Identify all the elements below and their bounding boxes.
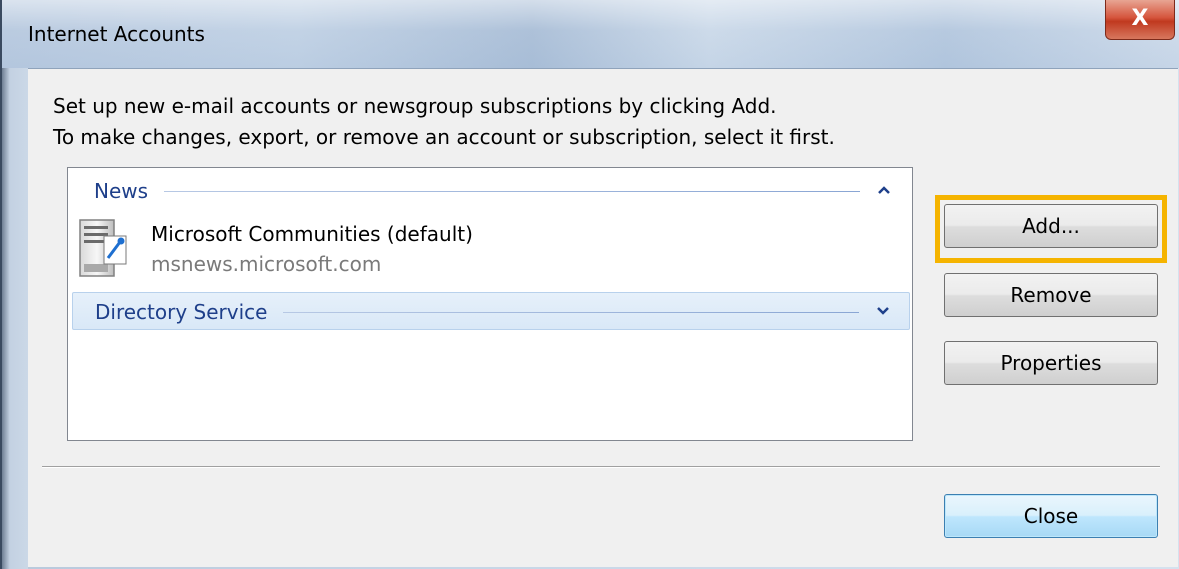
group-divider-line: [164, 191, 860, 192]
group-header-directory-service[interactable]: Directory Service: [72, 292, 910, 330]
instructions-line-1: Set up new e-mail accounts or newsgroup …: [53, 94, 777, 118]
dialog-client-area: Set up new e-mail accounts or newsgroup …: [28, 68, 1178, 567]
add-button[interactable]: Add...: [944, 204, 1158, 248]
instructions-text: Set up new e-mail accounts or newsgroup …: [53, 91, 835, 153]
account-name: Microsoft Communities (default): [151, 222, 473, 246]
news-server-icon: [78, 218, 130, 280]
window-title: Internet Accounts: [28, 22, 205, 46]
internet-accounts-window: Internet Accounts X Set up new e-mail ac…: [0, 0, 1179, 569]
instructions-line-2: To make changes, export, or remove an ac…: [53, 125, 835, 149]
remove-button[interactable]: Remove: [944, 273, 1158, 317]
properties-button[interactable]: Properties: [944, 341, 1158, 385]
close-window-button[interactable]: X: [1105, 0, 1175, 40]
group-divider-line: [283, 312, 859, 313]
group-header-news[interactable]: News: [72, 172, 910, 210]
account-item-microsoft-communities[interactable]: Microsoft Communities (default) msnews.m…: [78, 216, 878, 282]
close-icon: X: [1131, 6, 1149, 31]
down-chevron-icon[interactable]: [871, 297, 895, 325]
title-bar[interactable]: Internet Accounts X: [2, 0, 1179, 68]
group-label-news: News: [94, 179, 149, 203]
account-server: msnews.microsoft.com: [151, 252, 382, 276]
dialog-separator: [42, 466, 1160, 468]
window-left-frame: [2, 68, 28, 569]
close-button[interactable]: Close: [944, 494, 1158, 538]
group-label-directory-service: Directory Service: [95, 300, 268, 324]
accounts-list[interactable]: News Microsoft Communities (default) msn…: [67, 167, 913, 441]
up-chevron-icon[interactable]: [872, 176, 896, 204]
